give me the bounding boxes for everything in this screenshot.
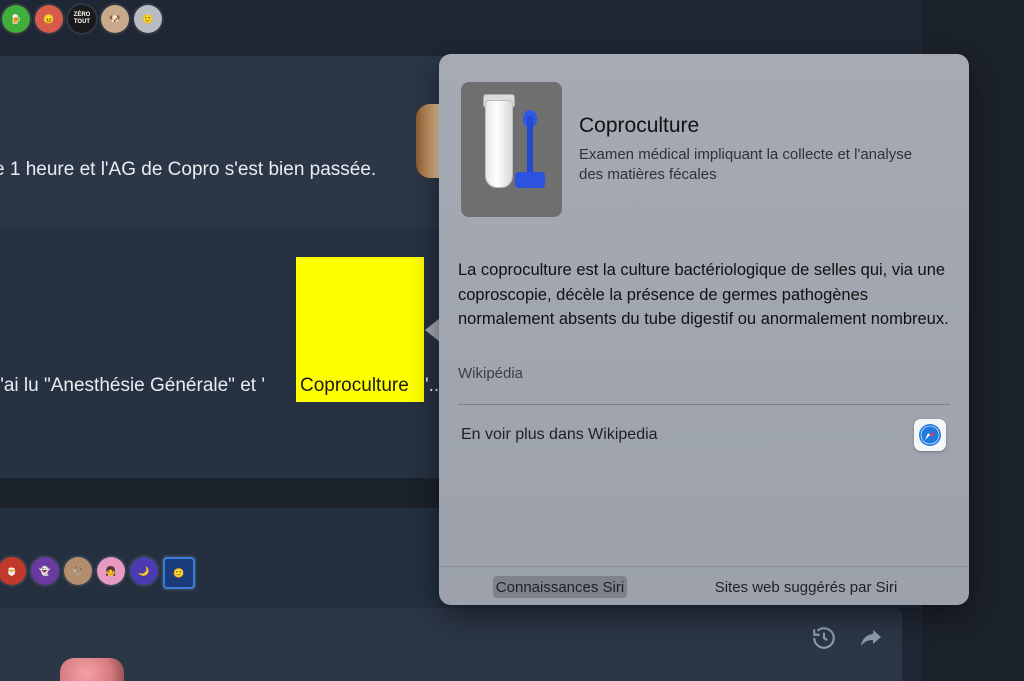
message-text-2-before: j'ai lu "Anesthésie Générale" et '	[0, 375, 265, 396]
result-subtitle: Examen médical impliquant la collecte et…	[579, 146, 913, 183]
zero-tout-badge[interactable]: ZÉRO TOUT	[68, 5, 96, 33]
result-title: Coproculture	[579, 114, 700, 137]
purple-moon-badge[interactable]: 🌙	[130, 557, 158, 585]
green-beer-badge[interactable]: 🍺	[2, 5, 30, 33]
chat-app: 🍺 😠 ZÉRO TOUT 🐶 🙂 e 1 heure et l'AG de C…	[0, 0, 1024, 681]
tab-siri-knowledge[interactable]: Connaissances Siri	[493, 576, 627, 598]
dog-badge[interactable]: 🐶	[101, 5, 129, 33]
pink-girl-badge[interactable]: 👧	[97, 557, 125, 585]
message-card-3	[0, 608, 902, 681]
footer-separator	[439, 566, 969, 567]
result-description: La coproculture est la culture bactériol…	[458, 261, 949, 328]
tab-siri-suggested-websites[interactable]: Sites web suggérés par Siri	[701, 576, 911, 598]
red-santa-badge[interactable]: 🎅	[0, 557, 26, 585]
history-icon[interactable]	[810, 624, 838, 652]
popover-arrow	[425, 318, 440, 342]
sticker-flower	[60, 658, 124, 681]
smiley-badge[interactable]: 🙂	[163, 557, 195, 589]
message-text-2-after: '..	[425, 375, 440, 396]
sloth-badge[interactable]: 🦥	[64, 557, 92, 585]
purple-ghost-badge[interactable]: 👻	[31, 557, 59, 585]
result-thumbnail	[461, 82, 562, 217]
message-text-1: e 1 heure et l'AG de Copro s'est bien pa…	[0, 159, 377, 180]
top-reactions-row: 🍺 😠 ZÉRO TOUT 🐶 🙂	[2, 5, 162, 33]
safari-icon[interactable]	[914, 419, 946, 451]
result-source: Wikipédia	[458, 365, 524, 382]
wikipedia-more-link[interactable]: En voir plus dans Wikipedia	[461, 426, 658, 444]
bottom-reactions-row: 🎅 👻 🦥 👧 🌙 🙂	[0, 557, 195, 589]
popover-separator	[458, 404, 950, 405]
share-icon[interactable]	[857, 624, 885, 652]
red-face-badge[interactable]: 😠	[35, 5, 63, 33]
highlighted-word[interactable]: Coproculture	[300, 375, 409, 397]
user-avatar[interactable]	[416, 104, 440, 178]
lookup-popover: Coproculture Examen médical impliquant l…	[439, 54, 969, 605]
gray-face-badge[interactable]: 🙂	[134, 5, 162, 33]
